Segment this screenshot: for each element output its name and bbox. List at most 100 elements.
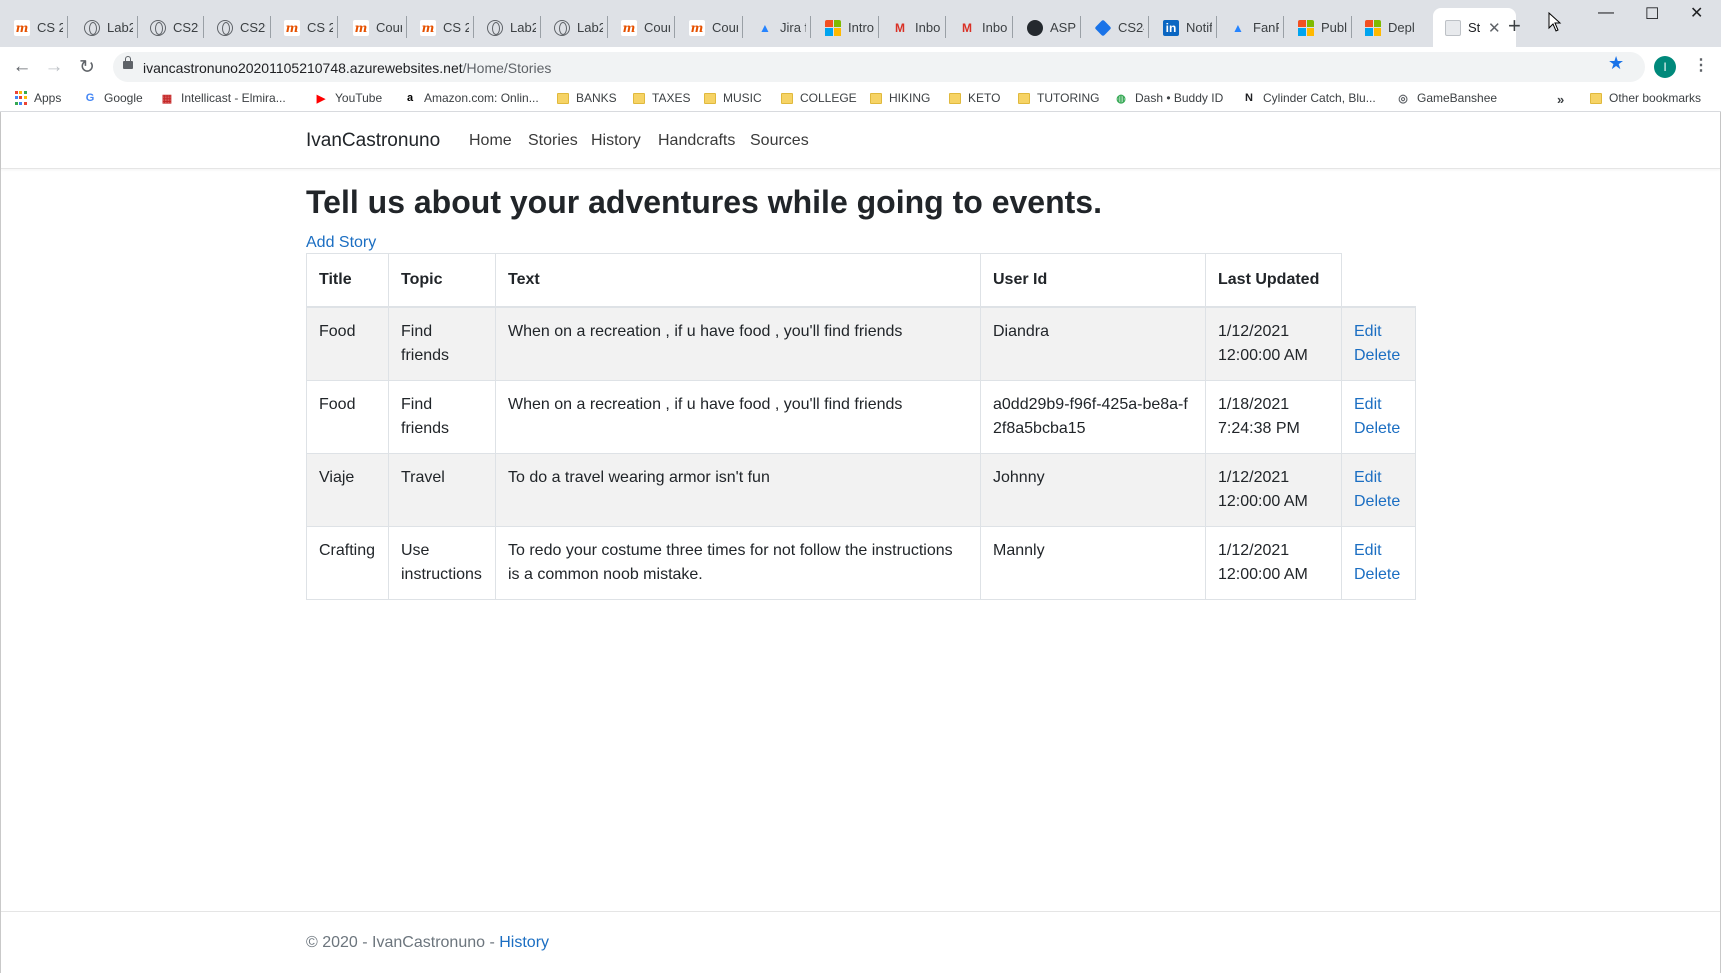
bookmark-item[interactable]: KETO [949,91,1000,105]
cell-title: Viaje [306,452,389,527]
edit-link[interactable]: Edit [1354,320,1403,344]
bookmark-item[interactable]: Apps [14,91,61,105]
bookmark-item[interactable]: a Amazon.com: Onlin... [403,91,539,105]
bookmark-item[interactable]: ▶ YouTube [314,91,382,105]
footer-history-link[interactable]: History [499,934,549,951]
bookmark-label: MUSIC [723,91,762,105]
bookmark-item[interactable]: BANKS [557,91,617,105]
tab-label: Cour [376,20,402,35]
new-tab-button[interactable]: + [1508,13,1521,39]
other-bookmarks[interactable]: Other bookmarks [1590,91,1701,105]
close-window-button[interactable]: ✕ [1690,3,1703,23]
tab-active[interactable]: St ✕ [1433,8,1516,47]
column-header-last-updated: Last Updated [1205,253,1342,308]
bookmark-item[interactable]: ◍ Dash • Buddy ID [1114,91,1223,105]
reload-button[interactable]: ↻ [73,53,101,81]
cell-updated: 1/12/2021 12:00:00 AM [1205,306,1342,381]
browser-toolbar: ← → ↻ ivancastronuno20201105210748.azure… [0,47,1721,88]
site-brand-link[interactable]: IvanCastronuno [306,130,440,152]
close-tab-icon[interactable]: ✕ [1488,19,1501,37]
maximize-button[interactable]: ☐ [1645,4,1659,24]
browser-tab[interactable]: M Inbo [878,8,945,47]
cell-title: Crafting [306,525,389,600]
delete-link[interactable]: Delete [1354,563,1403,587]
browser-tab[interactable]: ▲ Jira fo [743,8,810,47]
browser-tab[interactable]: M Inbo [945,8,1012,47]
browser-tab[interactable]: Lab2 [473,8,540,47]
browser-tab[interactable]: Intro [811,8,878,47]
url-host: ivancastronuno20201105210748.azurewebsit… [143,60,463,76]
bookmark-item[interactable]: TAXES [633,91,690,105]
add-story-link[interactable]: Add Story [306,234,376,252]
bookmark-item[interactable]: ▦ Intellicast - Elmira... [160,91,286,105]
nav-handcrafts-link[interactable]: Handcrafts [658,132,735,150]
tab-separator [337,16,338,38]
browser-menu-icon[interactable]: ⋮ [1693,55,1709,75]
browser-tab[interactable]: CS29 [136,8,203,47]
table-row: Crafting Use instructions To redo your cos… [306,525,1416,600]
browser-tab[interactable]: CS29 [203,8,270,47]
bookmark-item[interactable]: N Cylinder Catch, Blu... [1242,91,1376,105]
browser-tab[interactable]: Lab2 [70,8,137,47]
address-bar[interactable]: ivancastronuno20201105210748.azurewebsit… [113,52,1645,82]
nav-stories-link[interactable]: Stories [528,132,578,150]
browser-tab[interactable]: Lab2 [540,8,607,47]
globe-icon [150,19,166,36]
delete-link[interactable]: Delete [1354,344,1403,368]
forward-button[interactable]: → [40,53,68,81]
bookmark-item[interactable]: MUSIC [704,91,762,105]
folder-icon [633,92,645,104]
bookmark-item[interactable]: HIKING [870,91,930,105]
browser-tab[interactable]: m Cour [339,8,406,47]
column-header-title: Title [306,253,389,308]
column-header-text: Text [495,253,981,308]
delete-link[interactable]: Delete [1354,490,1403,514]
browser-tab[interactable]: m CS 29 [270,8,337,47]
bookmarks-overflow-icon[interactable]: » [1557,92,1564,107]
cell-text: When on a recreation , if u have food , … [495,379,981,454]
nav-sources-link[interactable]: Sources [750,132,809,150]
tab-label: Jira fo [780,20,806,35]
edit-link[interactable]: Edit [1354,539,1403,563]
browser-tab[interactable]: in Notif [1149,8,1216,47]
tab-label: Cour [712,20,738,35]
moodle-icon: m [621,19,637,36]
browser-tab[interactable]: m CS 29 [406,8,473,47]
browser-tab[interactable]: m Cour [675,8,742,47]
back-button[interactable]: ← [8,53,36,81]
bookmark-star-icon[interactable]: ★ [1608,53,1624,74]
bookmark-item[interactable]: ◎ GameBanshee [1396,91,1497,105]
edit-link[interactable]: Edit [1354,393,1403,417]
minimize-button[interactable]: — [1598,4,1614,22]
edit-link[interactable]: Edit [1354,466,1403,490]
bookmark-label: TUTORING [1037,91,1100,105]
browser-tab[interactable]: CS24 [1081,8,1148,47]
bookmark-label: HIKING [889,91,931,105]
tab-separator [67,16,68,38]
moodle-icon: m [420,19,436,36]
cell-actions: Edit Delete [1341,379,1416,454]
profile-avatar[interactable]: I [1654,56,1676,78]
folder-icon [557,92,569,104]
browser-tab[interactable]: m CS 29 [0,8,67,47]
bookmark-item[interactable]: TUTORING [1018,91,1099,105]
browser-tab[interactable]: ASPN [1013,8,1080,47]
tab-label: Notif [1186,20,1212,35]
cell-text: When on a recreation , if u have food , … [495,306,981,381]
bookmark-label: Amazon.com: Onlin... [424,91,539,105]
cell-topic: Find friends [388,306,496,381]
browser-tab[interactable]: Depl [1351,8,1418,47]
nav-history-link[interactable]: History [591,132,641,150]
delete-link[interactable]: Delete [1354,417,1403,441]
cell-user-id: Johnny [980,452,1206,527]
table-row: Food Find friends When on a recreation , i… [306,306,1416,381]
browser-tab[interactable]: m Cour [607,8,674,47]
browser-tab[interactable]: ▲ FanP [1216,8,1283,47]
bookmark-label: BANKS [576,91,617,105]
bookmarks-bar: » Other bookmarks Apps G Google ▦ Intellicas… [0,88,1721,112]
tab-label: CS29 [173,20,199,35]
bookmark-item[interactable]: COLLEGE [781,91,857,105]
browser-tab[interactable]: Publ [1284,8,1351,47]
nav-home-link[interactable]: Home [469,132,512,150]
bookmark-item[interactable]: G Google [83,91,143,105]
